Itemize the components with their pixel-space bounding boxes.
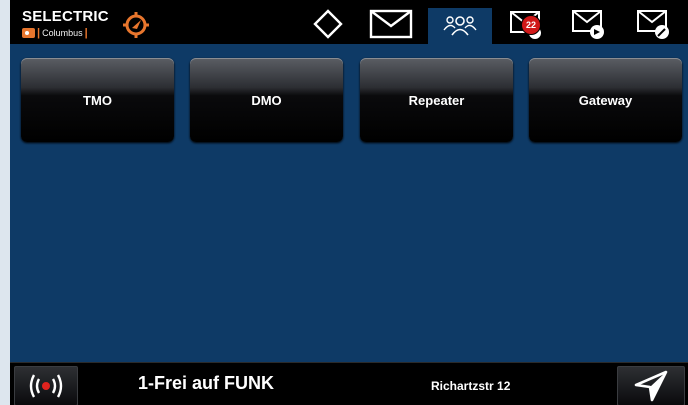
- app-screen: SELECTRIC | Columbus | 22 TMO DMO Repeat…: [10, 0, 688, 405]
- mode-button-repeater[interactable]: Repeater: [360, 58, 513, 142]
- tab-mail-send[interactable]: [565, 6, 613, 42]
- location-text: Richartzstr 12: [431, 379, 511, 393]
- top-bar: SELECTRIC | Columbus | 22: [10, 0, 688, 44]
- logo-subtitle: | Columbus |: [22, 27, 88, 39]
- mode-button-tmo[interactable]: TMO: [21, 58, 174, 142]
- groups-icon: [443, 16, 477, 36]
- tab-diamond[interactable]: [304, 6, 352, 42]
- logo-product: Columbus: [42, 28, 83, 38]
- mode-button-dmo[interactable]: DMO: [190, 58, 343, 142]
- logo-title: SELECTRIC: [22, 8, 109, 25]
- unread-count-badge: 22: [521, 15, 541, 35]
- mail-send-icon: [572, 10, 604, 39]
- radio-transmit-button[interactable]: [14, 366, 78, 405]
- bracket-left: |: [37, 27, 41, 39]
- tab-groups[interactable]: [428, 8, 492, 44]
- bottom-bar: 1-Frei auf FUNK Richartzstr 12: [10, 362, 688, 405]
- mode-button-gateway[interactable]: Gateway: [529, 58, 682, 142]
- mail-edit-icon: [637, 10, 669, 39]
- compass-icon: [123, 12, 149, 38]
- tab-mail-inbox[interactable]: 22: [502, 6, 550, 42]
- bracket-right: |: [84, 27, 88, 39]
- radio-wave-icon: [22, 28, 35, 38]
- diamond-icon: [313, 9, 343, 39]
- navigation-button[interactable]: [617, 366, 685, 405]
- tab-mail-edit[interactable]: [630, 6, 678, 42]
- radio-transmit-icon: [29, 374, 63, 398]
- navigation-arrow-icon: [634, 370, 668, 402]
- logo: SELECTRIC | Columbus |: [20, 8, 160, 42]
- radio-status-text: 1-Frei auf FUNK: [138, 373, 275, 393]
- tab-mail[interactable]: [367, 6, 415, 42]
- mail-icon: [369, 9, 413, 39]
